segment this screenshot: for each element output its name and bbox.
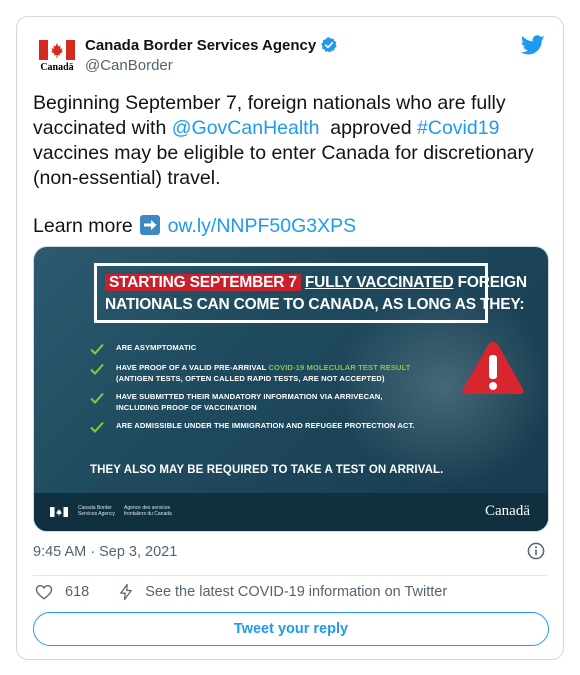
image-headline: STARTING SEPTEMBER 7 FULLY VACCINATED FO… bbox=[94, 263, 527, 323]
headline-line-1: STARTING SEPTEMBER 7 FULLY VACCINATED FO… bbox=[105, 272, 527, 294]
list-item-text-a: HAVE PROOF OF A VALID PRE-ARRIVAL bbox=[116, 363, 269, 372]
list-item-text-b: INCLUDING PROOF OF VACCINATION bbox=[116, 403, 257, 412]
checkmark-icon bbox=[90, 363, 104, 375]
arrow-right-icon bbox=[140, 215, 161, 235]
heart-icon[interactable] bbox=[35, 583, 53, 601]
image-footer: Canada Border Services Agency Agence des … bbox=[34, 493, 548, 531]
tweet-text-part3: vaccines may be eligible to enter Canada… bbox=[33, 142, 534, 189]
test-on-arrival-note: THEY ALSO MAY BE REQUIRED TO TAKE A TEST… bbox=[90, 464, 444, 476]
agency-name-fr: Agence des services frontaliers du Canada bbox=[124, 505, 172, 517]
list-item-text: HAVE SUBMITTED THEIR MANDATORY INFORMATI… bbox=[116, 391, 383, 413]
highlight-text: COVID-19 MOLECULAR TEST RESULT bbox=[268, 363, 411, 372]
avatar[interactable]: Canadä bbox=[37, 37, 77, 77]
tweet-timestamp[interactable]: 9:45 AM · Sep 3, 2021 bbox=[33, 544, 177, 560]
checkmark-icon bbox=[90, 421, 104, 433]
tweet-reply-button[interactable]: Tweet your reply bbox=[33, 612, 549, 646]
agency-name-en: Canada Border Services Agency bbox=[78, 505, 115, 517]
info-icon[interactable] bbox=[527, 542, 545, 560]
account-handle[interactable]: @CanBorder bbox=[85, 57, 173, 74]
list-item-text: ARE ASYMPTOMATIC bbox=[116, 343, 197, 352]
list-item: ARE ASYMPTOMATIC bbox=[90, 342, 430, 355]
canada-flag-icon bbox=[39, 40, 75, 60]
divider bbox=[33, 575, 547, 576]
list-item-text: HAVE PROOF OF A VALID PRE-ARRIVAL COVID-… bbox=[116, 362, 411, 384]
canada-flag-icon bbox=[50, 507, 68, 517]
avatar-wordmark: Canadä bbox=[40, 62, 74, 73]
headline-red: STARTING SEPTEMBER 7 bbox=[105, 274, 301, 291]
tweet-body: Beginning September 7, foreign nationals… bbox=[33, 91, 553, 191]
tweet-text: Beginning September 7, foreign nationals… bbox=[33, 91, 553, 239]
list-item-text: ARE ADMISSIBLE UNDER THE IMMIGRATION AND… bbox=[116, 421, 415, 430]
covid-info-link[interactable]: See the latest COVID-19 information on T… bbox=[145, 584, 447, 600]
tweet-card: Canadä Canada Border Services Agency @Ca… bbox=[16, 16, 564, 660]
verified-badge-icon bbox=[321, 37, 337, 53]
list-item: ARE ADMISSIBLE UNDER THE IMMIGRATION AND… bbox=[90, 420, 430, 433]
mention-link[interactable]: @GovCanHealth bbox=[172, 117, 320, 139]
tweet-image[interactable]: STARTING SEPTEMBER 7 FULLY VACCINATED FO… bbox=[33, 246, 549, 532]
learn-more-text: Learn more bbox=[33, 215, 139, 237]
list-item: HAVE SUBMITTED THEIR MANDATORY INFORMATI… bbox=[90, 391, 430, 413]
agency-name-en-2: Services Agency bbox=[78, 511, 115, 517]
list-item: HAVE PROOF OF A VALID PRE-ARRIVAL COVID-… bbox=[90, 362, 430, 384]
twitter-bird-icon[interactable] bbox=[521, 33, 545, 57]
hashtag-link[interactable]: #Covid19 bbox=[417, 117, 499, 139]
canada-wordmark: Canadä bbox=[485, 503, 530, 519]
like-count[interactable]: 618 bbox=[65, 584, 89, 600]
list-item-text-b: (ANTIGEN TESTS, OFTEN CALLED RAPID TESTS… bbox=[116, 374, 385, 383]
account-name[interactable]: Canada Border Services Agency bbox=[85, 36, 338, 54]
headline-underlined: FULLY VACCINATED bbox=[304, 274, 454, 291]
account-name-text: Canada Border Services Agency bbox=[85, 36, 317, 54]
agency-name-fr-2: frontaliers du Canada bbox=[124, 511, 172, 517]
warning-icon bbox=[462, 342, 524, 394]
lightning-icon bbox=[120, 583, 133, 601]
learn-more-line: Learn more ow.ly/NNPF50G3XPS bbox=[33, 214, 553, 239]
tweet-text-part2: approved bbox=[319, 117, 418, 139]
checkmark-icon bbox=[90, 392, 104, 404]
checkmark-icon bbox=[90, 343, 104, 355]
requirements-list: ARE ASYMPTOMATIC HAVE PROOF OF A VALID P… bbox=[90, 342, 430, 440]
tweet-actions: 618 See the latest COVID-19 information … bbox=[35, 583, 447, 601]
list-item-text-a: HAVE SUBMITTED THEIR MANDATORY INFORMATI… bbox=[116, 392, 383, 401]
headline-line-2: NATIONALS CAN COME TO CANADA, AS LONG AS… bbox=[105, 296, 525, 313]
external-link[interactable]: ow.ly/NNPF50G3XPS bbox=[168, 215, 357, 237]
headline-rest: FOREIGN bbox=[453, 274, 527, 291]
